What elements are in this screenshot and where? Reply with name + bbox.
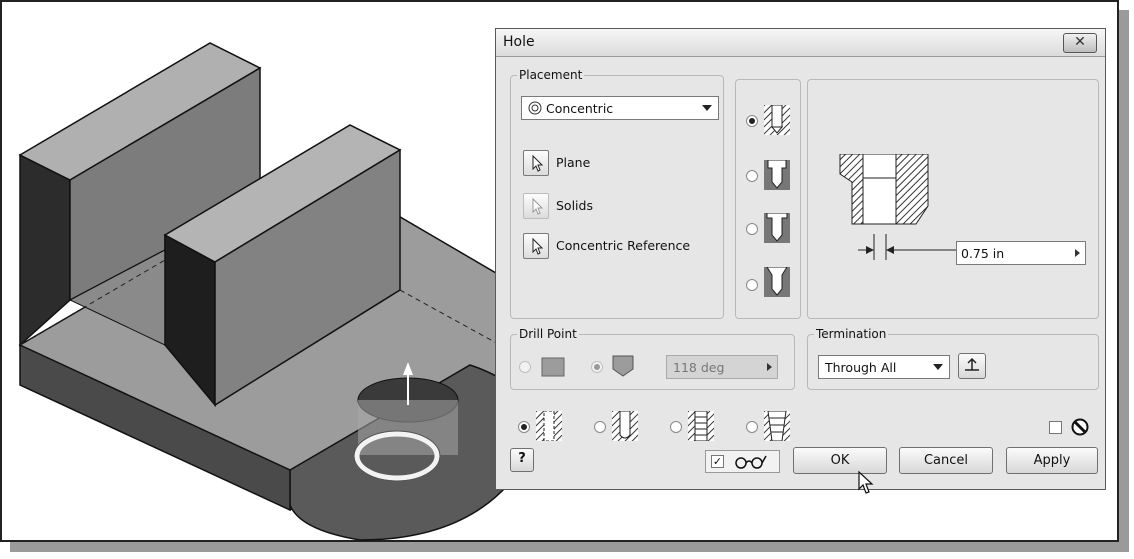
cancel-button[interactable]: Cancel bbox=[899, 447, 993, 474]
termination-group: Termination Through All bbox=[807, 327, 1099, 390]
frame-shadow bbox=[1119, 10, 1129, 550]
close-icon: ✕ bbox=[1074, 34, 1086, 50]
dialog-titlebar[interactable]: Hole ✕ bbox=[496, 29, 1105, 57]
drill-angle-value: 118 deg bbox=[673, 360, 725, 375]
frame-shadow bbox=[10, 542, 1129, 552]
ismetric-icon[interactable] bbox=[1071, 418, 1089, 436]
countersink-hole-icon[interactable] bbox=[764, 267, 790, 297]
chevron-down-icon bbox=[702, 105, 712, 111]
preview-toggle[interactable]: ✓ bbox=[705, 450, 780, 473]
countersink-hole-radio[interactable] bbox=[746, 279, 758, 291]
flat-point-icon[interactable] bbox=[541, 357, 565, 377]
drill-point-label: Drill Point bbox=[517, 327, 579, 341]
taper-tapped-hole-icon[interactable] bbox=[764, 411, 790, 441]
placement-group: Placement Concentric Plane Solids Concen… bbox=[510, 68, 724, 319]
drill-hole-icon[interactable] bbox=[764, 105, 790, 135]
hole-dialog: Hole ✕ Placement Concentric Plane Solids… bbox=[495, 28, 1106, 494]
mouse-cursor-icon bbox=[858, 470, 874, 494]
tapped-hole-icon[interactable] bbox=[688, 411, 714, 441]
diameter-field[interactable]: 0.75 in bbox=[956, 241, 1086, 265]
solids-select-button[interactable] bbox=[523, 193, 549, 219]
spotface-hole-radio[interactable] bbox=[746, 223, 758, 235]
flip-direction-icon bbox=[965, 357, 979, 371]
cursor-arrow-icon bbox=[532, 197, 544, 215]
model-left-wall-side bbox=[19, 153, 71, 347]
help-button[interactable]: ? bbox=[510, 448, 534, 472]
clearance-hole-icon[interactable] bbox=[612, 411, 638, 441]
preview-checkbox[interactable]: ✓ bbox=[711, 455, 724, 468]
cursor-arrow-icon bbox=[532, 154, 544, 172]
concentric-icon bbox=[528, 101, 542, 115]
simple-hole-radio[interactable] bbox=[518, 421, 530, 433]
counterbore-hole-icon[interactable] bbox=[764, 160, 790, 190]
tapped-hole-radio[interactable] bbox=[670, 421, 682, 433]
termination-label: Termination bbox=[814, 327, 889, 341]
simple-hole-icon[interactable] bbox=[536, 411, 562, 441]
termination-dropdown[interactable]: Through All bbox=[818, 355, 950, 379]
angle-spin-arrow-icon[interactable] bbox=[767, 363, 772, 371]
solids-label: Solids bbox=[556, 198, 593, 213]
placement-label: Placement bbox=[517, 68, 585, 82]
glasses-icon bbox=[735, 455, 767, 469]
help-icon: ? bbox=[518, 451, 526, 466]
apply-button[interactable]: Apply bbox=[1006, 447, 1098, 474]
hole-type-group bbox=[735, 79, 801, 319]
drill-point-group: Drill Point 118 deg bbox=[510, 327, 795, 390]
hole-preview-panel: 0.75 in bbox=[807, 79, 1099, 319]
clearance-hole-radio[interactable] bbox=[594, 421, 606, 433]
diameter-spin-arrow-icon[interactable] bbox=[1075, 249, 1080, 257]
drill-hole-radio[interactable] bbox=[746, 115, 758, 127]
options-checkbox[interactable] bbox=[1049, 421, 1062, 434]
close-button[interactable]: ✕ bbox=[1063, 33, 1097, 53]
chevron-down-icon bbox=[933, 364, 943, 370]
termination-selected: Through All bbox=[825, 360, 897, 375]
placement-dropdown[interactable]: Concentric bbox=[521, 96, 719, 120]
concentric-reference-select-button[interactable] bbox=[523, 233, 549, 259]
plane-select-button[interactable] bbox=[523, 150, 549, 176]
dialog-title: Hole bbox=[503, 34, 535, 50]
concentric-reference-label: Concentric Reference bbox=[556, 238, 691, 253]
taper-tapped-hole-radio[interactable] bbox=[746, 421, 758, 433]
hole-preview-body bbox=[358, 400, 458, 455]
diameter-value: 0.75 in bbox=[961, 246, 1005, 261]
placement-selected: Concentric bbox=[546, 101, 614, 116]
spotface-hole-icon[interactable] bbox=[764, 213, 790, 243]
drill-angle-field[interactable]: 118 deg bbox=[666, 355, 778, 379]
counterbore-hole-radio[interactable] bbox=[746, 170, 758, 182]
angle-point-icon[interactable] bbox=[611, 355, 635, 377]
flat-point-radio[interactable] bbox=[519, 361, 531, 373]
flip-direction-button[interactable] bbox=[958, 353, 986, 379]
angle-point-radio[interactable] bbox=[591, 361, 603, 373]
plane-label: Plane bbox=[556, 155, 591, 170]
cursor-arrow-icon bbox=[532, 237, 544, 255]
